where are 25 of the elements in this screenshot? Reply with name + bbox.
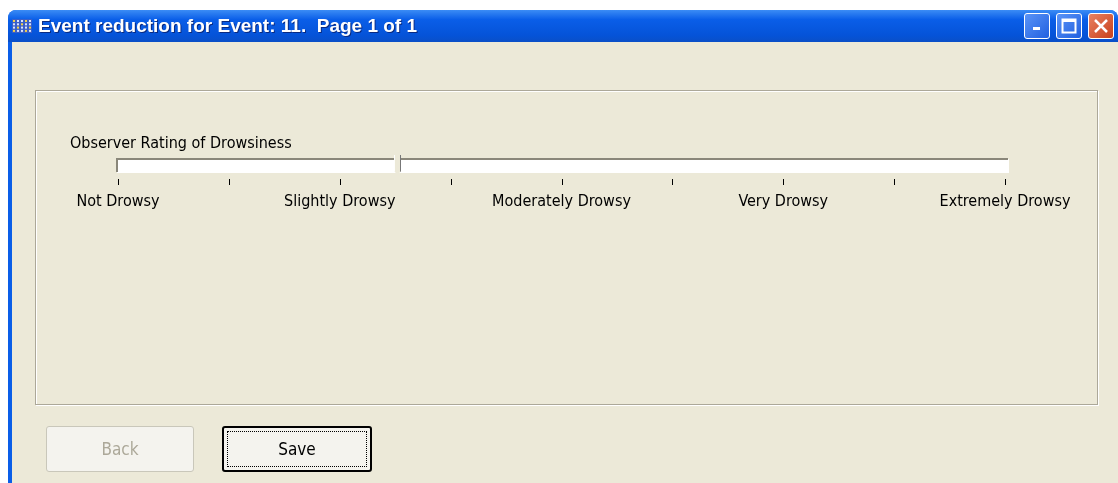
scale-label: Slightly Drowsy [284,191,396,210]
scale-label: Extremely Drowsy [939,191,1071,210]
tick-mark [339,179,341,185]
scale-label: Very Drowsy [738,191,829,210]
save-button[interactable]: Save [222,426,372,472]
slider-label: Observer Rating of Drowsiness [70,133,292,152]
tick-mark [672,179,674,185]
tick-mark [228,179,230,185]
maximize-icon [1061,18,1077,34]
tick-mark [1005,179,1006,185]
scale-label: Not Drowsy [76,191,160,210]
app-icon [12,18,32,34]
window-title: Event reduction for Event: 11. Page 1 of 1 [38,15,419,37]
tick-mark [450,179,452,185]
tick-mark [894,179,896,185]
tick-mark [118,179,119,185]
minimize-button[interactable] [1024,13,1050,39]
close-icon [1093,18,1109,34]
scale-label: Moderately Drowsy [492,191,631,210]
maximize-button[interactable] [1056,13,1082,39]
slider-track[interactable] [116,158,1008,172]
tick-mark [783,179,785,185]
tick-mark [561,179,563,185]
close-button[interactable] [1088,13,1114,39]
slider-thumb[interactable] [394,155,402,175]
